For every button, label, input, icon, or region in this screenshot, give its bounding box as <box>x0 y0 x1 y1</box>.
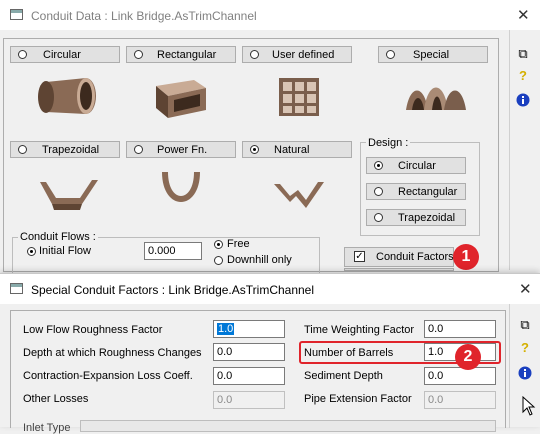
special-titlebar: Special Conduit Factors : Link Bridge.As… <box>0 274 540 304</box>
low-flow-roughness-input[interactable]: 1.0 <box>213 320 285 338</box>
special-info-icon[interactable] <box>518 366 532 380</box>
initial-flow-value: 0.000 <box>148 245 176 257</box>
shape-circular-button[interactable]: Circular <box>10 46 120 63</box>
radio-design-rectangular[interactable] <box>374 187 383 196</box>
design-circular-label: Circular <box>398 160 436 172</box>
design-group-label: Design : <box>366 137 411 149</box>
inlet-type-label: Inlet Type <box>23 422 71 434</box>
conduit-window-title: Conduit Data : Link Bridge.AsTrimChannel <box>31 9 257 23</box>
app-icon <box>10 9 23 20</box>
special-shape-image <box>406 87 466 110</box>
pipe-extension-input: 0.0 <box>424 391 496 409</box>
user-defined-shape-image <box>279 78 319 116</box>
contraction-expansion-label: Contraction-Expansion Loss Coeff. <box>23 370 193 382</box>
conduit-flows-label: Conduit Flows : <box>18 231 98 243</box>
contraction-expansion-input[interactable]: 0.0 <box>213 367 285 385</box>
annotation-badge-2: 2 <box>455 344 481 370</box>
sediment-depth-input[interactable]: 0.0 <box>424 367 496 385</box>
shape-power-fn-label: Power Fn. <box>157 144 208 156</box>
sidebar-divider <box>509 30 510 270</box>
other-losses-value: 0.0 <box>217 394 233 406</box>
special-copy-icon[interactable]: ⧉ <box>516 316 534 334</box>
special-sidebar-divider <box>509 304 510 428</box>
copy-icon[interactable]: ⧉ <box>514 45 532 63</box>
radio-special[interactable] <box>386 50 395 59</box>
shape-special-button[interactable]: Special <box>378 46 488 63</box>
contraction-expansion-value: 0.0 <box>217 370 233 382</box>
help-icon[interactable]: ? <box>514 67 532 85</box>
rectangular-shape-image <box>156 80 206 118</box>
cursor-icon <box>522 396 536 416</box>
radio-rectangular[interactable] <box>134 50 143 59</box>
info-icon[interactable] <box>516 93 530 107</box>
time-weighting-value: 0.0 <box>428 323 444 335</box>
close-icon[interactable]: ✕ <box>517 6 530 24</box>
sediment-depth-value: 0.0 <box>428 370 444 382</box>
hidden-button-edge <box>344 268 454 271</box>
depth-roughness-changes-input[interactable]: 0.0 <box>213 343 285 361</box>
shape-circular-label: Circular <box>43 49 81 61</box>
downhill-only-label: Downhill only <box>227 254 292 266</box>
other-losses-input: 0.0 <box>213 391 285 409</box>
design-rectangular-label: Rectangular <box>398 186 458 198</box>
design-rectangular-button[interactable]: Rectangular <box>366 183 466 200</box>
radio-power-fn[interactable] <box>134 145 143 154</box>
radio-design-trapezoidal[interactable] <box>374 213 383 222</box>
design-circular-button[interactable]: Circular <box>366 157 466 174</box>
conduit-factors-button[interactable]: ✓ Conduit Factors <box>344 247 454 267</box>
design-trapezoidal-label: Trapezoidal <box>398 212 456 224</box>
shape-natural-button[interactable]: Natural <box>242 141 352 158</box>
shape-natural-label: Natural <box>274 144 310 156</box>
special-window-title: Special Conduit Factors : Link Bridge.As… <box>31 283 315 297</box>
shape-rectangular-label: Rectangular <box>157 49 217 61</box>
initial-flow-input[interactable]: 0.000 <box>144 242 202 260</box>
low-flow-roughness-value: 1.0 <box>217 323 235 335</box>
special-app-icon <box>10 283 23 294</box>
power-fn-shape-image <box>162 172 200 202</box>
shape-special-label: Special <box>413 49 450 61</box>
trapezoidal-shape-image <box>40 180 98 210</box>
annotation-badge-1: 1 <box>453 244 479 270</box>
initial-flow-label: Initial Flow <box>39 245 91 257</box>
time-weighting-label: Time Weighting Factor <box>304 324 415 336</box>
radio-user-defined[interactable] <box>250 50 259 59</box>
low-flow-roughness-label: Low Flow Roughness Factor <box>23 324 163 336</box>
sediment-depth-label: Sediment Depth <box>304 370 383 382</box>
depth-roughness-changes-value: 0.0 <box>217 346 233 358</box>
shape-user-defined-label: User defined <box>272 49 335 61</box>
special-conduit-factors-window: Special Conduit Factors : Link Bridge.As… <box>0 273 540 434</box>
conduit-factors-checkbox[interactable]: ✓ <box>354 251 365 262</box>
radio-natural[interactable] <box>250 145 259 154</box>
natural-shape-image <box>274 182 324 208</box>
radio-circular[interactable] <box>18 50 27 59</box>
shape-trapezoidal-button[interactable]: Trapezoidal <box>10 141 120 158</box>
radio-design-circular[interactable] <box>374 161 383 170</box>
conduit-data-window: Conduit Data : Link Bridge.AsTrimChannel… <box>0 0 540 277</box>
radio-initial-flow[interactable] <box>27 247 36 256</box>
radio-trapezoidal[interactable] <box>18 145 27 154</box>
shape-rectangular-button[interactable]: Rectangular <box>126 46 236 63</box>
conduit-titlebar: Conduit Data : Link Bridge.AsTrimChannel… <box>0 0 540 30</box>
radio-free[interactable] <box>214 240 223 249</box>
inlet-type-dropdown[interactable] <box>80 420 496 432</box>
design-trapezoidal-button[interactable]: Trapezoidal <box>366 209 466 226</box>
pipe-extension-value: 0.0 <box>428 394 444 406</box>
other-losses-label: Other Losses <box>23 393 89 405</box>
free-label: Free <box>227 238 250 250</box>
special-close-icon[interactable]: ✕ <box>519 280 532 298</box>
shape-trapezoidal-label: Trapezoidal <box>42 144 100 156</box>
special-help-icon[interactable]: ? <box>516 339 534 357</box>
depth-roughness-changes-label: Depth at which Roughness Changes <box>23 347 202 359</box>
circular-shape-image <box>38 78 96 114</box>
radio-downhill-only[interactable] <box>214 256 223 265</box>
pipe-extension-label: Pipe Extension Factor <box>304 393 412 405</box>
conduit-factors-label: Conduit Factors <box>376 251 454 263</box>
shape-power-fn-button[interactable]: Power Fn. <box>126 141 236 158</box>
time-weighting-input[interactable]: 0.0 <box>424 320 496 338</box>
shape-user-defined-button[interactable]: User defined <box>242 46 352 63</box>
